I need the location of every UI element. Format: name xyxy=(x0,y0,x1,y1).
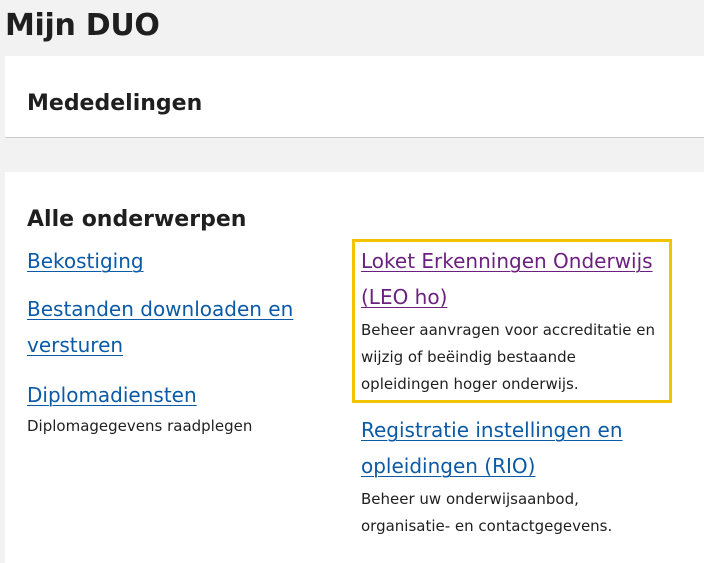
announcements-heading: Mededelingen xyxy=(27,91,203,116)
announcements-panel: Mededelingen xyxy=(5,56,704,138)
topic-link-diplomadiensten[interactable]: Diplomadiensten xyxy=(27,377,327,413)
topics-panel: Alle onderwerpen Bekostiging Bestanden d… xyxy=(5,172,704,563)
topic-desc-diplomadiensten: Diplomagegevens raadplegen xyxy=(27,417,253,435)
topic-bestanden: Bestanden downloaden en versturen xyxy=(27,291,317,363)
topic-leo: Loket Erkenningen Onderwijs (LEO ho) Beh… xyxy=(361,243,666,398)
page-title: Mijn DUO xyxy=(5,8,160,43)
topic-link-loket-erkenningen[interactable]: Loket Erkenningen Onderwijs (LEO ho) xyxy=(361,243,666,315)
topic-rio: Registratie instellingen en opleidingen … xyxy=(361,412,666,540)
topic-diplomadiensten: Diplomadiensten Diplomagegevens raadpleg… xyxy=(27,377,327,440)
topic-link-bekostiging[interactable]: Bekostiging xyxy=(27,243,327,279)
topic-link-bestanden-downloaden[interactable]: Bestanden downloaden en versturen xyxy=(27,291,317,363)
topic-desc-loket-erkenningen: Beheer aanvragen voor accreditatie en wi… xyxy=(361,321,656,393)
topic-desc-registratie-instellingen: Beheer uw onderwijsaanbod, organisatie- … xyxy=(361,490,613,535)
topic-link-registratie-instellingen[interactable]: Registratie instellingen en opleidingen … xyxy=(361,412,666,484)
topic-bekostiging: Bekostiging xyxy=(27,243,327,279)
topics-heading: Alle onderwerpen xyxy=(27,207,247,232)
